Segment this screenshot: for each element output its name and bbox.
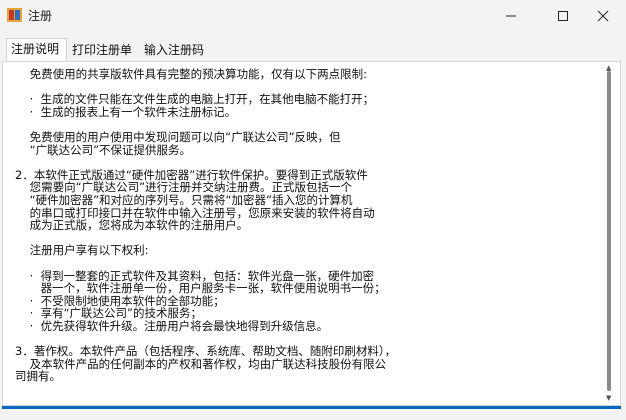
text-line: · 优先获得软件升级。注册用户将会最快地得到升级信息。 (15, 319, 329, 333)
window-title: 注册 (28, 9, 53, 23)
tab-print-registration[interactable]: 打印注册单 (68, 40, 136, 60)
text-line: 免费使用的共享版软件具有完整的预决算功能，仅有以下两点限制: (15, 67, 367, 81)
app-icon (7, 8, 22, 22)
scroll-thumb[interactable] (607, 71, 611, 391)
text-line: 司拥有。 (15, 369, 61, 384)
vertical-scrollbar[interactable]: ▲ ▼ (603, 63, 618, 405)
text-line: 3．著作权。本软件产品（包括程序、系统库、帮助文档、随附印刷材料）， (15, 344, 397, 359)
tab-strip: 注册说明 打印注册单 输入注册码 (0, 36, 626, 61)
text-line: “硬件加密器”和对应的序列号。只需将“加密器”插入您的计算机 (15, 193, 353, 207)
text-line: · 生成的报表上有一个软件未注册标记。 (15, 104, 237, 119)
minimize-icon (506, 15, 516, 17)
text-line: 成为正式版，您将成为本软件的注册用户。 (15, 218, 249, 233)
text-line: 及本软件产品的任何副本的产权和著作权，均由广联达科技股份有限公 (15, 356, 387, 371)
text-line: 注册用户享有以下权利: (15, 243, 149, 258)
tab-registration-info[interactable]: 注册说明 (6, 38, 67, 61)
minimize-button[interactable] (488, 0, 534, 32)
registration-text-area[interactable]: 免费使用的共享版软件具有完整的预决算功能，仅有以下两点限制: · 生成的文件只能… (2, 61, 621, 408)
text-line: “广联达公司”不保证提供服务。 (15, 142, 192, 157)
maximize-icon (558, 11, 568, 21)
focus-underline (2, 406, 621, 409)
scroll-down-icon[interactable]: ▼ (606, 394, 611, 402)
text-line: · 生成的文件只能在文件生成的电脑上打开，在其他电脑不能打开； (15, 92, 375, 107)
tab-enter-code[interactable]: 输入注册码 (140, 40, 208, 60)
text-line: 免费使用的用户使用中发现问题可以向“广联达公司”反映，但 (15, 130, 341, 144)
text-line: 器一个，软件注册单一份，用户服务卡一张，软件使用说明书一份； (15, 281, 386, 296)
title-bar: 注册 (0, 0, 626, 32)
close-button[interactable] (580, 0, 626, 32)
close-icon (597, 10, 609, 22)
